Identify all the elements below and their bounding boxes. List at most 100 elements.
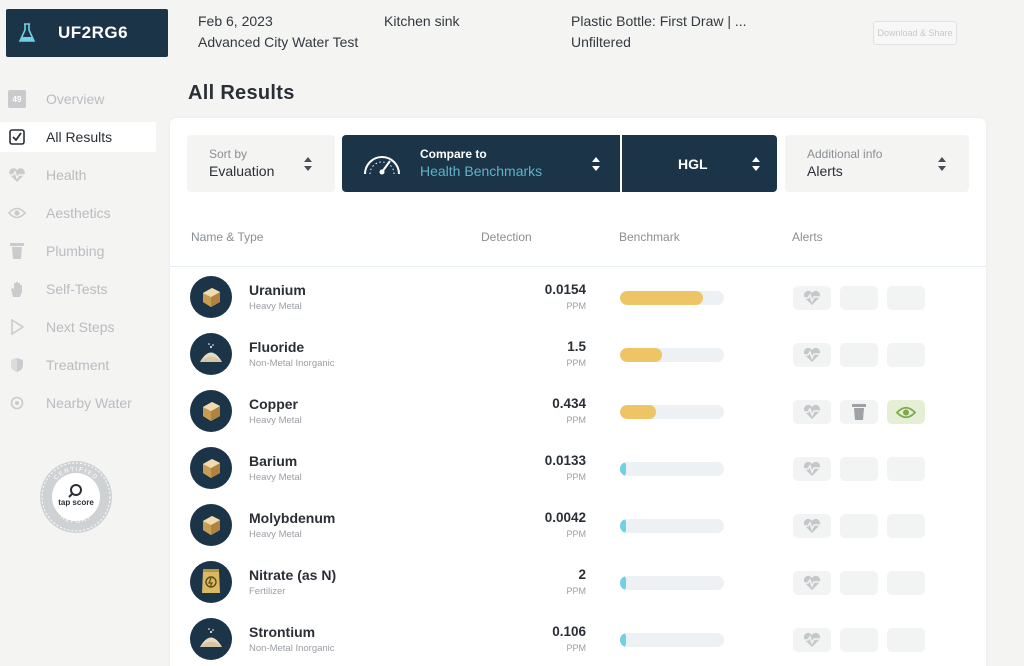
sidebar-item-nearby-water[interactable]: Nearby Water	[0, 384, 160, 422]
benchmark-bar	[620, 348, 724, 362]
sidebar-item-next-steps[interactable]: Next Steps	[0, 308, 160, 346]
sidebar-item-self-tests[interactable]: Self-Tests	[0, 270, 160, 308]
health-alert-icon[interactable]	[793, 400, 831, 424]
alert-slot-empty	[887, 514, 925, 538]
table-row[interactable]: Fluoride Non-Metal Inorganic 1.5 PPM	[170, 325, 986, 382]
sidebar-item-label: Next Steps	[46, 319, 115, 335]
compare-label: Compare to	[420, 147, 487, 161]
table-row[interactable]: Molybdenum Heavy Metal 0.0042 PPM	[170, 496, 986, 553]
kit-badge[interactable]: UF2RG6	[6, 9, 168, 57]
alert-slot-empty	[840, 628, 878, 652]
benchmark-bar	[620, 291, 724, 305]
count-badge: 49	[8, 90, 26, 108]
benchmark-type-dropdown[interactable]: HGL	[622, 135, 777, 192]
table-row[interactable]: Nitrate (as N) Fertilizer 2 PPM	[170, 553, 986, 610]
alert-slot-empty	[840, 457, 878, 481]
detection-value: 0.434	[552, 396, 586, 411]
table-row[interactable]: Strontium Non-Metal Inorganic 0.106 PPM	[170, 610, 986, 666]
health-alert-icon[interactable]	[793, 457, 831, 481]
flask-icon	[18, 23, 36, 42]
health-alert-icon[interactable]	[793, 628, 831, 652]
detection-value: 0.0154	[544, 282, 586, 297]
gauge-icon	[364, 156, 400, 175]
detection-unit: PPM	[566, 301, 586, 311]
column-header-name[interactable]: Name & Type	[191, 230, 263, 244]
table-row[interactable]: Uranium Heavy Metal 0.0154 PPM	[170, 268, 986, 325]
powder-pile-icon	[190, 618, 232, 660]
column-header-detection[interactable]: Detection	[481, 230, 532, 244]
health-alert-icon[interactable]	[793, 343, 831, 367]
aesthetics-alert-icon[interactable]	[887, 400, 925, 424]
sidebar-item-overview[interactable]: 49 Overview	[0, 80, 160, 118]
shield-icon	[8, 356, 26, 374]
contaminant-name[interactable]: Strontium	[249, 624, 315, 640]
sidebar-nav: 49 Overview All Results Health Aesthetic…	[0, 80, 160, 422]
contaminant-name[interactable]: Nitrate (as N)	[249, 567, 336, 583]
benchmark-bar-fill	[620, 291, 704, 305]
sidebar-item-health[interactable]: Health	[0, 156, 160, 194]
test-name: Advanced City Water Test	[198, 34, 359, 50]
contaminant-type: Fertilizer	[249, 586, 286, 597]
column-header-benchmark[interactable]: Benchmark	[619, 230, 680, 244]
additional-info-label: Additional info	[807, 147, 883, 161]
detection-unit: PPM	[566, 643, 586, 653]
detection-value: 0.0133	[544, 453, 586, 468]
alert-slot-empty	[887, 628, 925, 652]
sidebar-item-label: All Results	[46, 129, 113, 145]
sort-arrows-icon	[304, 157, 312, 171]
benchmark-bar	[620, 576, 724, 590]
sidebar-item-aesthetics[interactable]: Aesthetics	[0, 194, 160, 232]
alert-slot-empty	[887, 457, 925, 481]
table-row[interactable]: Copper Heavy Metal 0.434 PPM	[170, 382, 986, 439]
contaminant-type: Non-Metal Inorganic	[249, 643, 335, 654]
detection-value: 2	[578, 567, 586, 582]
sidebar-item-treatment[interactable]: Treatment	[0, 346, 160, 384]
plumbing-alert-icon[interactable]	[840, 400, 878, 424]
contaminant-name[interactable]: Copper	[249, 396, 298, 412]
benchmark-arrows-icon	[752, 157, 760, 171]
alert-slot-empty	[840, 571, 878, 595]
heartbeat-icon	[8, 166, 26, 184]
alert-slot-empty	[887, 343, 925, 367]
sidebar-item-plumbing[interactable]: Plumbing	[0, 232, 160, 270]
column-header-alerts[interactable]: Alerts	[792, 230, 823, 244]
health-alert-icon[interactable]	[793, 571, 831, 595]
kit-id: UF2RG6	[58, 23, 129, 42]
sort-by-dropdown[interactable]: Sort by Evaluation	[187, 135, 335, 192]
detection-unit: PPM	[566, 472, 586, 482]
alert-slot-empty	[840, 286, 878, 310]
table-row[interactable]: Barium Heavy Metal 0.0133 PPM	[170, 439, 986, 496]
metal-cube-icon	[190, 504, 232, 546]
results-card: Sort by Evaluation Compare to Health Ben…	[170, 118, 986, 666]
benchmark-bar	[620, 462, 724, 476]
benchmark-bar-fill	[620, 633, 626, 647]
additional-info-dropdown[interactable]: Additional info Alerts	[785, 135, 969, 192]
contaminant-name[interactable]: Molybdenum	[249, 510, 335, 526]
benchmark-bar-fill	[620, 348, 662, 362]
info-arrows-icon	[938, 157, 946, 171]
sidebar-item-all-results[interactable]: All Results	[0, 122, 156, 152]
fertilizer-bag-icon	[190, 561, 232, 603]
download-share-button[interactable]: Download & Share	[873, 21, 957, 45]
health-alert-icon[interactable]	[793, 514, 831, 538]
benchmark-value: HGL	[678, 156, 708, 172]
compare-arrows-icon	[592, 157, 600, 171]
test-date: Feb 6, 2023	[198, 13, 273, 29]
compare-to-dropdown[interactable]: Compare to Health Benchmarks	[342, 135, 620, 192]
detection-value: 1.5	[567, 339, 586, 354]
metal-cube-icon	[190, 276, 232, 318]
benchmark-bar-fill	[620, 519, 626, 533]
additional-info-value: Alerts	[807, 163, 843, 179]
contaminant-name[interactable]: Barium	[249, 453, 297, 469]
alert-slot-empty	[887, 286, 925, 310]
alert-slot-empty	[840, 343, 878, 367]
compare-value: Health Benchmarks	[420, 163, 543, 179]
benchmark-bar	[620, 633, 724, 647]
contaminant-name[interactable]: Fluoride	[249, 339, 304, 355]
contaminant-name[interactable]: Uranium	[249, 282, 306, 298]
detection-value: 0.0042	[544, 510, 586, 525]
benchmark-bar	[620, 519, 724, 533]
detection-unit: PPM	[566, 415, 586, 425]
checkbox-icon	[8, 128, 26, 146]
health-alert-icon[interactable]	[793, 286, 831, 310]
